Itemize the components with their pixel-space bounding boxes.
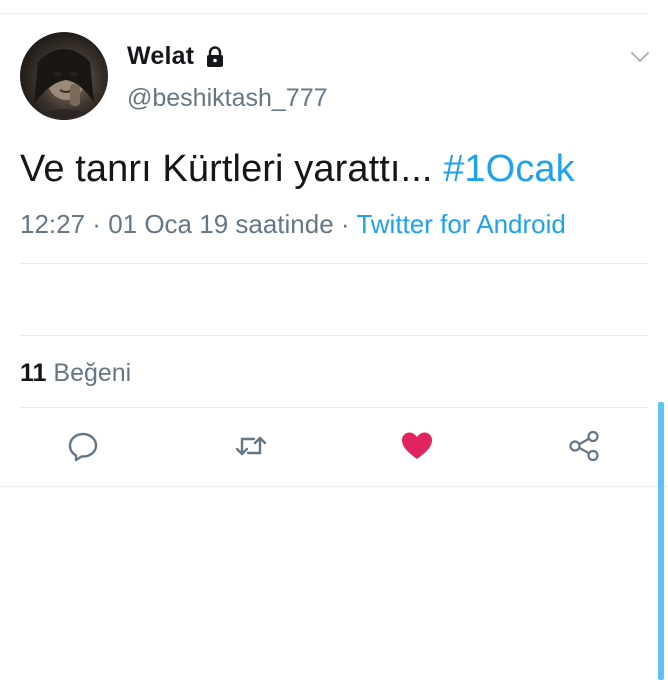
avatar[interactable] xyxy=(20,32,108,120)
reply-button[interactable] xyxy=(61,426,105,470)
heart-icon xyxy=(400,430,434,467)
action-bar xyxy=(0,426,668,470)
tweet-detail: Welat @beshiktash_777 Ve tanrı Kürtleri … xyxy=(0,0,668,680)
share-icon xyxy=(567,429,601,468)
tweet-body: Ve tanrı Kürtleri yarattı... xyxy=(20,148,433,190)
divider xyxy=(20,407,648,408)
tweet-text: Ve tanrı Kürtleri yarattı... #1Ocak xyxy=(20,148,575,191)
avatar-image xyxy=(30,49,98,120)
display-name[interactable]: Welat xyxy=(127,42,194,71)
likes-label: Beğeni xyxy=(53,359,132,387)
likes-count: 11 xyxy=(20,359,47,387)
retweet-icon xyxy=(234,430,268,467)
scrollbar[interactable] xyxy=(658,402,664,680)
tweet-meta: 12:27 · 01 Oca 19 saatinde · Twitter for… xyxy=(20,209,566,240)
user-handle[interactable]: @beshiktash_777 xyxy=(127,84,328,113)
hashtag-link[interactable]: #1Ocak xyxy=(443,148,575,190)
tweet-time[interactable]: 12:27 xyxy=(20,209,85,239)
share-button[interactable] xyxy=(562,426,606,470)
divider xyxy=(20,335,648,336)
retweet-button[interactable] xyxy=(229,426,273,470)
divider xyxy=(0,486,668,487)
likes-stat[interactable]: 11 Beğeni xyxy=(20,359,131,388)
like-button[interactable] xyxy=(395,426,439,470)
divider xyxy=(20,263,648,264)
meta-separator: · xyxy=(85,209,109,239)
lock-icon xyxy=(204,45,226,68)
reply-icon xyxy=(67,430,99,467)
tweet-date[interactable]: 01 Oca 19 saatinde xyxy=(108,209,334,239)
chevron-down-icon[interactable] xyxy=(630,50,650,64)
tweet-source[interactable]: Twitter for Android xyxy=(356,209,566,239)
meta-separator: · xyxy=(333,209,357,239)
